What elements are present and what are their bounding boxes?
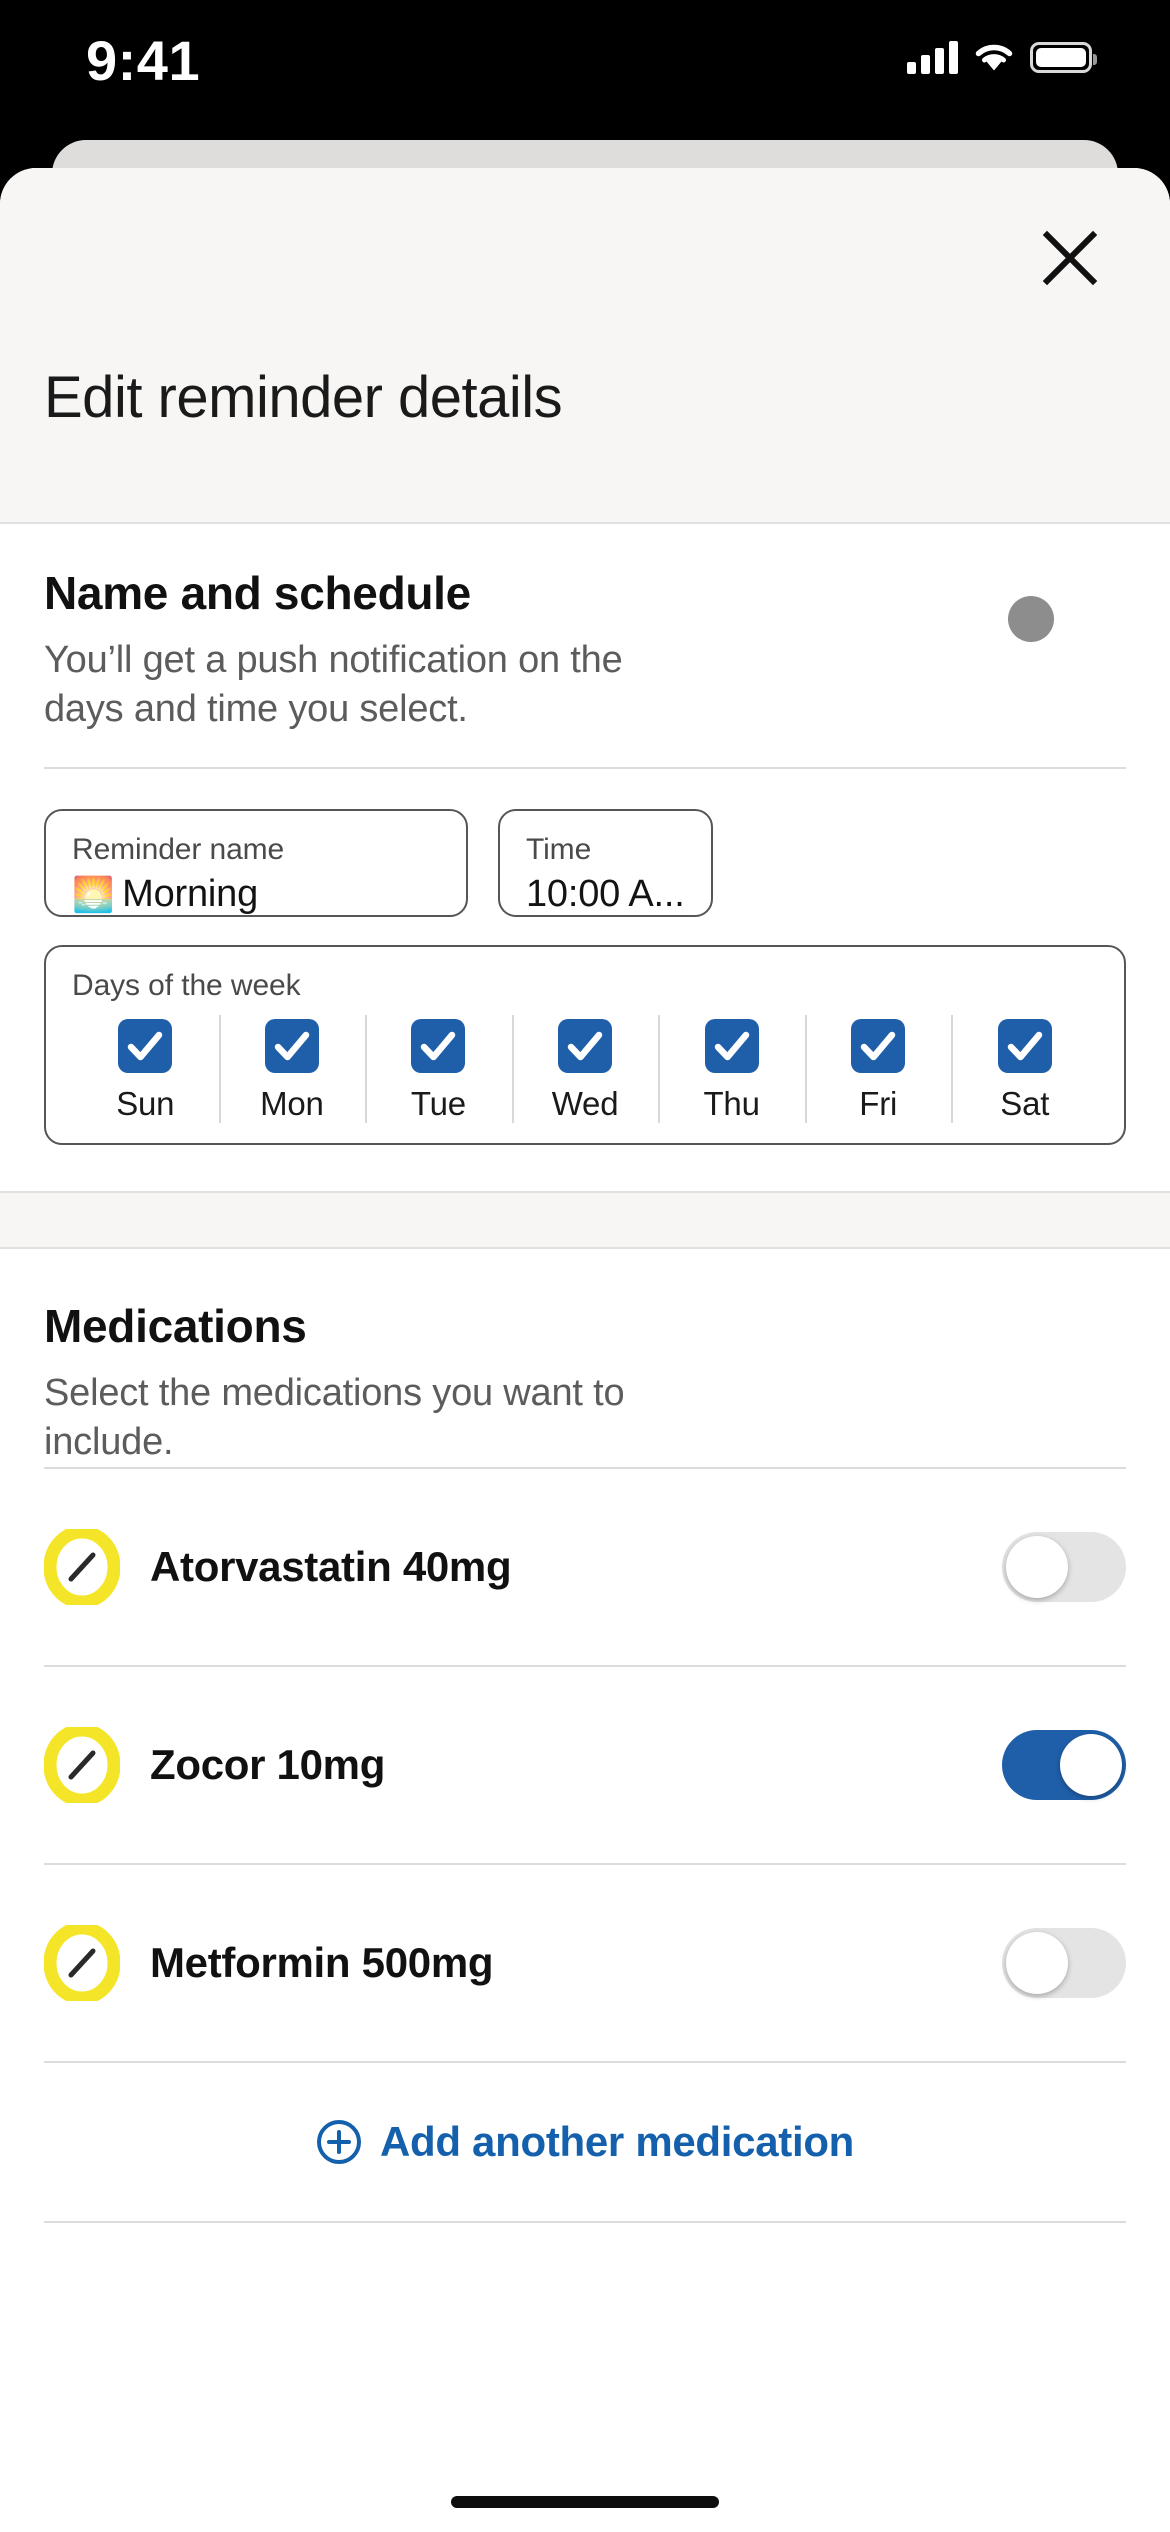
cellular-signal-icon xyxy=(907,40,958,74)
reminder-name-value: 🌅 Morning xyxy=(72,873,440,916)
checkbox-checked-icon[interactable] xyxy=(411,1019,466,1074)
day-toggle-thu[interactable]: Thu xyxy=(658,1013,805,1125)
checkbox-checked-icon[interactable] xyxy=(851,1019,906,1074)
day-toggle-wed[interactable]: Wed xyxy=(511,1013,659,1125)
time-input[interactable]: Time 10:00 A... xyxy=(498,809,713,918)
status-bar: 9:41 xyxy=(0,0,1170,150)
wifi-icon xyxy=(972,40,1016,74)
close-icon[interactable] xyxy=(1032,220,1108,296)
day-label: Thu xyxy=(703,1085,760,1123)
section-description-schedule: You’ll get a push notification on the da… xyxy=(44,639,623,730)
drag-handle-dot[interactable] xyxy=(1008,596,1054,642)
reminder-name-label: Reminder name xyxy=(72,833,285,867)
day-label: Sun xyxy=(116,1085,175,1123)
sheet-header: Edit reminder details xyxy=(0,168,1170,524)
reminder-name-input[interactable]: Reminder name 🌅 Morning xyxy=(44,809,468,918)
medication-name: Metformin 500mg xyxy=(150,1938,494,1986)
phone-screen: 9:41 Edit reminder details Name and sche… xyxy=(0,0,1170,2532)
day-toggle-sat[interactable]: Sat xyxy=(951,1013,1098,1125)
pill-icon xyxy=(44,1924,120,2001)
medication-toggle[interactable] xyxy=(1002,1531,1126,1602)
day-label: Fri xyxy=(859,1085,898,1123)
plus-circle-icon xyxy=(316,2119,362,2165)
medication-row[interactable]: Zocor 10mg xyxy=(44,1664,1126,1863)
edit-reminder-sheet: Edit reminder details Name and schedule … xyxy=(0,168,1170,2532)
home-indicator[interactable] xyxy=(451,2496,719,2508)
divider xyxy=(44,767,1126,770)
checkbox-checked-icon[interactable] xyxy=(558,1019,613,1074)
day-label: Sat xyxy=(1000,1085,1050,1123)
time-value: 10:00 A... xyxy=(526,873,685,916)
days-of-week-group: Days of the week Sun Mon Tue Wed Thu Fri… xyxy=(44,945,1126,1146)
reminder-name-text: Morning xyxy=(122,873,259,916)
pill-icon xyxy=(44,1726,120,1803)
name-and-schedule-section: Name and schedule You’ll get a push noti… xyxy=(0,524,1170,1146)
section-title-medications: Medications xyxy=(44,1300,307,1353)
medication-name: Atorvastatin 40mg xyxy=(150,1542,512,1590)
section-description-medications: Select the medications you want to inclu… xyxy=(44,1372,625,1463)
time-label: Time xyxy=(526,833,592,867)
medication-toggle[interactable] xyxy=(1002,1729,1126,1800)
medications-section-header: Medications Select the medications you w… xyxy=(0,1249,1170,1466)
toggle-knob xyxy=(1006,1535,1068,1598)
day-toggle-mon[interactable]: Mon xyxy=(218,1013,366,1125)
sunrise-emoji-icon: 🌅 xyxy=(72,876,115,915)
checkbox-checked-icon[interactable] xyxy=(704,1019,759,1074)
page-title: Edit reminder details xyxy=(44,365,563,430)
schedule-fields: Reminder name 🌅 Morning Time 10:00 A... xyxy=(44,809,1126,918)
status-bar-icons xyxy=(907,40,1097,74)
toggle-knob xyxy=(1060,1733,1122,1796)
medication-name: Zocor 10mg xyxy=(150,1740,386,1788)
toggle-knob xyxy=(1006,1931,1068,1994)
medication-row[interactable]: Atorvastatin 40mg xyxy=(44,1466,1126,1665)
medication-toggle[interactable] xyxy=(1002,1927,1126,1998)
divider xyxy=(44,2220,1126,2223)
day-toggle-tue[interactable]: Tue xyxy=(365,1013,512,1125)
add-another-medication-label: Add another medication xyxy=(379,2117,855,2165)
add-another-medication-button[interactable]: Add another medication xyxy=(44,2060,1126,2221)
battery-icon xyxy=(1030,41,1097,73)
status-bar-time: 9:41 xyxy=(86,29,201,92)
section-separator-band xyxy=(0,1191,1170,1250)
checkbox-checked-icon[interactable] xyxy=(118,1019,173,1074)
day-label: Tue xyxy=(410,1085,466,1123)
days-of-week-label: Days of the week xyxy=(72,969,301,1003)
section-title-schedule: Name and schedule xyxy=(44,567,471,619)
day-toggle-sun[interactable]: Sun xyxy=(72,1013,219,1125)
days-of-week-grid: Sun Mon Tue Wed Thu Fri Sat xyxy=(72,1013,1098,1125)
medication-list: Atorvastatin 40mg Zocor 10mg Metformin 5… xyxy=(0,1466,1170,2223)
checkbox-checked-icon[interactable] xyxy=(264,1019,319,1074)
checkbox-checked-icon[interactable] xyxy=(997,1019,1052,1074)
pill-icon xyxy=(44,1528,120,1605)
day-label: Wed xyxy=(551,1085,619,1123)
medication-row[interactable]: Metformin 500mg xyxy=(44,1862,1126,2061)
day-label: Mon xyxy=(260,1085,324,1123)
day-toggle-fri[interactable]: Fri xyxy=(804,1013,952,1125)
